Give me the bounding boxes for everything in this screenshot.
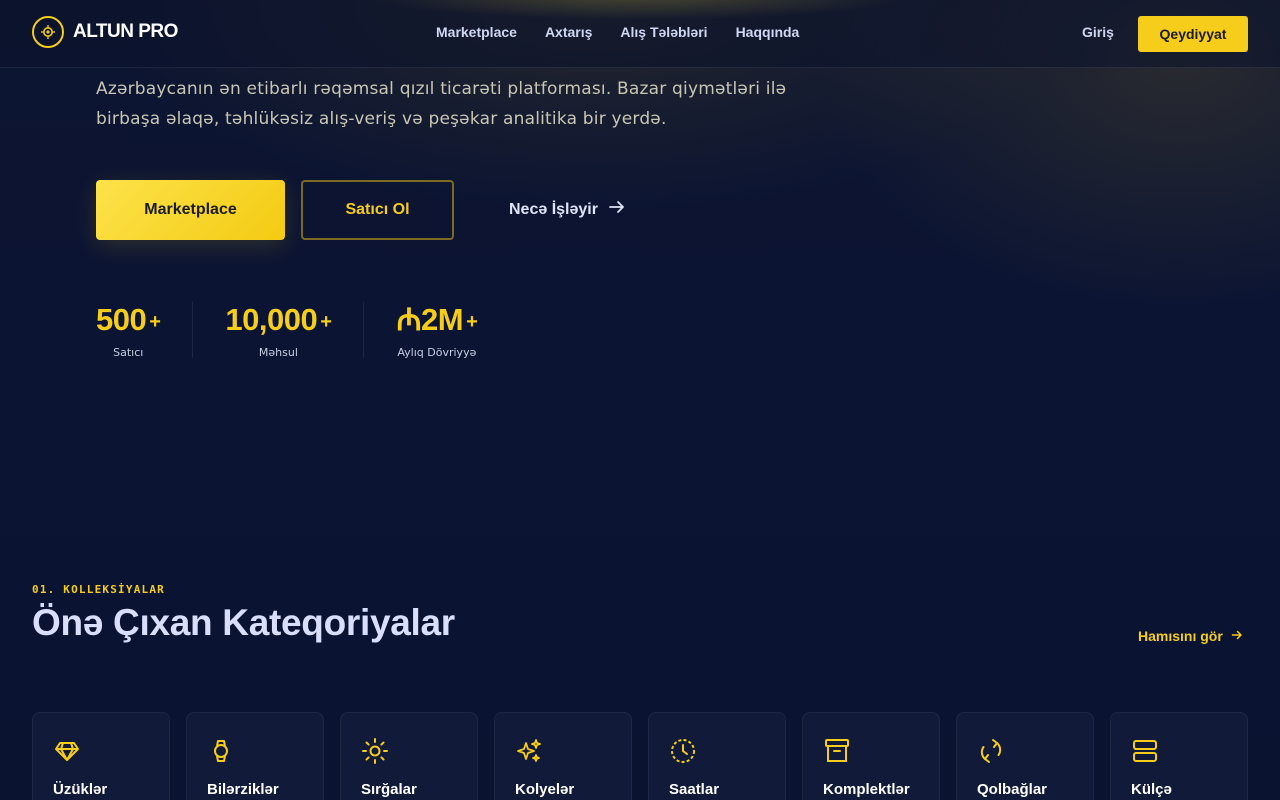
see-all-link[interactable]: Hamısını gör [1138, 628, 1243, 644]
stat-divider [192, 302, 194, 358]
hero-description-line-1: Azərbaycanın ən etibarlı rəqəmsal qızıl … [96, 79, 787, 99]
brand-logo[interactable]: ALTUN PRO [32, 16, 178, 48]
sparkles-icon [515, 737, 611, 765]
stat-sellers-label: Satıcı [113, 346, 144, 359]
how-it-works-link[interactable]: Necə İşləyir [509, 198, 626, 221]
refresh-icon [977, 737, 1073, 765]
nav-marketplace[interactable]: Marketplace [436, 24, 517, 40]
section-title: Önə Çıxan Kateqoriyalar [32, 602, 455, 643]
stat-turnover-value-wrap: ₼2M + [396, 302, 477, 340]
stat-turnover: ₼2M + Aylıq Dövriyyə [396, 302, 477, 359]
category-label: Saatlar [669, 781, 720, 798]
category-label: Sırğalar [361, 781, 417, 798]
archive-box-icon [823, 737, 919, 765]
how-it-works-label: Necə İşləyir [509, 200, 598, 218]
category-card-necklaces[interactable]: Kolyelər [494, 712, 632, 800]
category-label: Bilərziklər [207, 781, 279, 798]
category-label: Kolyelər [515, 781, 575, 798]
become-seller-button[interactable]: Satıcı Ol [301, 180, 454, 240]
stat-products: 10,000 + Məhsul [225, 302, 332, 359]
hero-description: Azərbaycanın ən etibarlı rəqəmsal qızıl … [96, 74, 796, 134]
stat-divider [363, 302, 365, 358]
stat-sellers: 500 + Satıcı [96, 302, 161, 359]
gold-coin-icon [32, 16, 64, 48]
top-navbar: ALTUN PRO Marketplace Axtarış Alış Tələb… [0, 0, 1280, 68]
sun-icon [361, 737, 457, 765]
stat-turnover-suffix: + [466, 311, 478, 333]
marketplace-button[interactable]: Marketplace [96, 180, 285, 240]
header-glow [360, 0, 920, 20]
category-card-sets[interactable]: Komplektlər [802, 712, 940, 800]
category-card-watches[interactable]: Saatlar [648, 712, 786, 800]
stat-turnover-value: ₼2M [396, 302, 464, 337]
stats-row: 500 + Satıcı 10,000 + Məhsul ₼2M + Aylıq Dö… [96, 302, 478, 359]
category-card-earrings[interactable]: Sırğalar [340, 712, 478, 800]
category-label: Külçə [1131, 781, 1172, 798]
watch-icon [207, 737, 303, 765]
hero-description-line-2: birbaşa əlaqə, təhlükəsiz alış-veriş və … [96, 109, 667, 129]
main-nav: Marketplace Axtarış Alış Tələbləri Haqqı… [436, 24, 827, 40]
category-card-rings[interactable]: Üzüklər [32, 712, 170, 800]
clock-icon [669, 737, 765, 765]
arrow-right-icon [608, 198, 626, 221]
register-button[interactable]: Qeydiyyat [1138, 16, 1248, 52]
login-link[interactable]: Giriş [1082, 24, 1114, 40]
category-grid: Üzüklər Bilərziklər Sırğalar Kolyelər Sa… [32, 712, 1248, 800]
category-label: Komplektlər [823, 781, 910, 798]
diamond-icon [53, 737, 149, 765]
arrow-right-icon [1231, 628, 1243, 644]
category-label: Üzüklər [53, 781, 108, 798]
category-label: Qolbağlar [977, 781, 1048, 798]
stat-turnover-label: Aylıq Dövriyyə [397, 346, 477, 359]
stat-products-label: Məhsul [258, 346, 298, 359]
see-all-label: Hamısını gör [1138, 628, 1223, 644]
stat-products-suffix: + [320, 311, 332, 333]
section-kicker: 01. KOLLEKSİYALAR [32, 583, 165, 596]
nav-purchase-requests[interactable]: Alış Tələbləri [620, 24, 707, 40]
stat-products-value-wrap: 10,000 + [225, 302, 332, 340]
nav-search[interactable]: Axtarış [545, 24, 592, 40]
nav-about[interactable]: Haqqında [736, 24, 800, 40]
stat-sellers-value: 500 [96, 302, 147, 337]
category-card-bracelets[interactable]: Bilərziklər [186, 712, 324, 800]
page: ALTUN PRO Marketplace Axtarış Alış Tələb… [0, 0, 1280, 800]
brand-name: ALTUN PRO [73, 21, 178, 42]
stat-sellers-suffix: + [149, 311, 161, 333]
bars-icon [1131, 737, 1227, 765]
category-card-bullion[interactable]: Külçə [1110, 712, 1248, 800]
category-card-bangles[interactable]: Qolbağlar [956, 712, 1094, 800]
stat-products-value: 10,000 [225, 302, 318, 337]
stat-sellers-value-wrap: 500 + [96, 302, 161, 340]
